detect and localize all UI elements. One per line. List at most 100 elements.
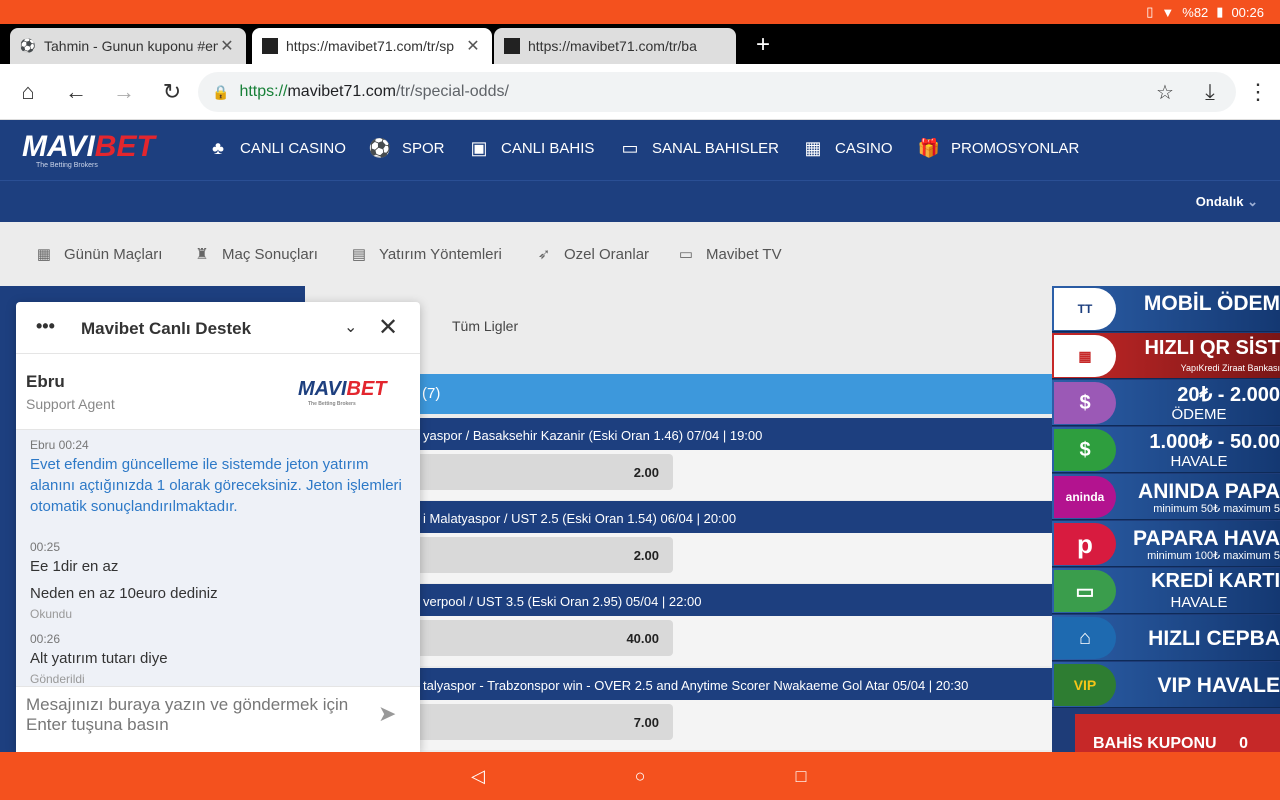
banner-kredi-karti[interactable]: ▭ KREDİ KARTI HAVALE: [1052, 568, 1280, 614]
chat-title: Mavibet Canlı Destek: [81, 319, 252, 338]
logo-text: MAVI: [22, 130, 95, 163]
clock: 00:26: [1231, 4, 1264, 20]
league-filter[interactable]: Tüm Ligler: [452, 318, 518, 334]
agent-card: Ebru Support Agent MAVIBET The Betting Br…: [16, 354, 420, 430]
secondary-nav: ▦ Günün Maçları ♜ Maç Sonuçları ▤ Yatırım Y…: [0, 222, 1280, 286]
download-icon[interactable]: ⤓: [1196, 78, 1224, 106]
mavibet-logo[interactable]: MAVIBET The Betting Brokers: [22, 130, 155, 169]
odd-button[interactable]: 2.00: [415, 537, 673, 573]
reload-icon[interactable]: ↻: [158, 78, 186, 106]
nav-label: PROMOSYONLAR: [951, 139, 1080, 157]
chevron-down-icon: ⌄: [1247, 194, 1258, 209]
banner-vip-havale[interactable]: VIP VIP HAVALE: [1052, 662, 1280, 708]
back-triangle-icon[interactable]: ◁: [466, 764, 490, 788]
nav-canli-bahis[interactable]: ▣ CANLI BAHIS: [467, 136, 594, 160]
nav-sanal-bahisler[interactable]: ▭ SANAL BAHISLER: [618, 136, 779, 160]
vip-icon: VIP: [1054, 664, 1116, 706]
tv-icon: ▭: [678, 246, 694, 263]
home-icon[interactable]: ⌂: [14, 78, 42, 106]
rocket-icon: ➶: [537, 246, 551, 263]
secnav-label: Mavibet TV: [706, 245, 782, 263]
secnav-mac-sonuclari[interactable]: ♜ Maç Sonuçları: [192, 244, 318, 264]
nav-promosyonlar[interactable]: 🎁 PROMOSYONLAR: [917, 136, 1080, 160]
banner-papara-havale[interactable]: p PAPARA HAVA minimum 100₺ maximum 5: [1052, 521, 1280, 567]
nav-spor[interactable]: ⚽ SPOR: [368, 136, 445, 160]
nav-label: SANAL BAHISLER: [652, 139, 779, 157]
payment-banners: TT MOBİL ÖDEM ▦ HIZLI QR SİST YapıKredi …: [1052, 286, 1280, 752]
chat-header: ••• Mavibet Canlı Destek ⌄ ✕: [16, 302, 420, 354]
url-scheme: https://: [239, 83, 288, 100]
odds-format-select[interactable]: Ondalık ⌄: [1196, 194, 1258, 210]
send-icon[interactable]: ➤: [378, 701, 396, 727]
betslip-label: BAHİS KUPONU: [1093, 735, 1217, 752]
agent-message: Evet efendim güncelleme ile sistemde jet…: [30, 456, 402, 515]
nav-canli-casino[interactable]: ♣ CANLI CASINO: [206, 136, 346, 160]
nav-label: CANLI BAHIS: [501, 139, 595, 157]
secnav-ozel-oranlar[interactable]: ➶ Ozel Oranlar: [534, 244, 649, 264]
banner-aninda-papara[interactable]: aninda ANINDA PAPA minimum 50₺ maximum 5: [1052, 474, 1280, 520]
menu-icon[interactable]: ⋮: [1244, 78, 1272, 106]
turkcell-icon: TT: [1054, 288, 1116, 330]
betslip-count: 0: [1239, 735, 1248, 752]
banner-hizli-qr[interactable]: ▦ HIZLI QR SİST YapıKredi Ziraat Bankası: [1052, 333, 1280, 379]
banner-title: PAPARA HAVA: [1133, 527, 1280, 550]
back-icon[interactable]: ←: [62, 78, 90, 106]
url-host: mavibet71.com: [287, 83, 396, 100]
bank-icon: ⌂: [1054, 617, 1116, 659]
secnav-label: Ozel Oranlar: [564, 245, 650, 263]
message-meta: 00:25: [30, 540, 61, 554]
logo-tagline: The Betting Brokers: [308, 401, 356, 407]
minimize-chevron-icon[interactable]: ⌄: [344, 317, 357, 337]
message-meta: Ebru 00:24: [30, 438, 89, 452]
browser-toolbar: ⌂ ← → ↻ 🔒 https:// mavibet71.com /tr/spe…: [0, 64, 1280, 120]
close-chat-icon[interactable]: ✕: [378, 313, 398, 342]
close-tab-icon[interactable]: ✕: [464, 36, 482, 56]
odd-button[interactable]: 7.00: [415, 704, 673, 740]
bookmark-star-icon[interactable]: ☆: [1156, 80, 1174, 105]
banner-subtitle: minimum 50₺ maximum 5: [1153, 503, 1280, 515]
cash-icon: $: [1054, 429, 1116, 471]
user-message: Alt yatırım tutarı diye: [30, 650, 168, 667]
banner-hizli-cepbank[interactable]: ⌂ HIZLI CEPBA: [1052, 615, 1280, 661]
nav-label: CASINO: [835, 139, 893, 157]
agent-name: Ebru: [26, 372, 65, 391]
close-tab-icon[interactable]: ✕: [218, 36, 236, 56]
mavibet-favicon-icon: [262, 38, 278, 54]
calendar-icon: ▦: [36, 246, 52, 263]
banner-title: ANINDA PAPA: [1138, 480, 1280, 503]
chat-input-placeholder[interactable]: Mesajınızı buraya yazın ve göndermek içi…: [26, 695, 356, 735]
secnav-label: Günün Maçları: [64, 245, 163, 263]
nav-casino[interactable]: ▦ CASINO: [801, 136, 893, 160]
banner-subtitle: HAVALE: [1170, 453, 1228, 470]
browser-tab[interactable]: https://mavibet71.com/tr/ba ✕: [494, 28, 736, 64]
address-bar[interactable]: 🔒 https:// mavibet71.com /tr/special-odd…: [198, 72, 1236, 112]
banner-20-2000[interactable]: $ 20₺ - 2.000 ÖDEME: [1052, 380, 1280, 426]
cash-icon: $: [1054, 382, 1116, 424]
banner-mobil-odeme[interactable]: TT MOBİL ÖDEM: [1052, 286, 1280, 332]
banner-havale[interactable]: $ 1.000₺ - 50.00 HAVALE: [1052, 427, 1280, 473]
banner-subtitle: YapıKredi Ziraat Bankası: [1180, 363, 1280, 373]
tab-title: Tahmin - Gunun kuponu #em: [44, 38, 218, 54]
odd-button[interactable]: 2.00: [415, 454, 673, 490]
secnav-mavibet-tv[interactable]: ▭ Mavibet TV: [676, 244, 782, 264]
new-tab-button[interactable]: +: [748, 30, 778, 60]
secnav-label: Yatırım Yöntemleri: [379, 245, 502, 263]
browser-tab-active[interactable]: https://mavibet71.com/tr/sp ✕: [252, 28, 492, 64]
browser-tab[interactable]: ⚽ Tahmin - Gunun kuponu #em ✕: [10, 28, 246, 64]
message-meta: 00:26: [30, 632, 61, 646]
home-circle-icon[interactable]: ○: [628, 764, 652, 788]
user-message: Ee 1dir en az: [30, 558, 119, 575]
banner-title: VIP HAVALE: [1157, 674, 1280, 697]
recents-square-icon[interactable]: □: [789, 764, 813, 788]
tab-title: https://mavibet71.com/tr/ba: [528, 38, 697, 54]
secnav-gunun-maclari[interactable]: ▦ Günün Maçları: [34, 244, 162, 264]
more-options-icon[interactable]: •••: [36, 316, 55, 337]
secnav-yatirim-yontemleri[interactable]: ▤ Yatırım Yöntemleri: [349, 244, 502, 264]
forward-icon[interactable]: →: [110, 78, 138, 106]
live-tv-icon: ▣: [470, 137, 488, 158]
chat-input-area[interactable]: Mesajınızı buraya yazın ve göndermek içi…: [16, 686, 420, 752]
agent-role: Support Agent: [26, 396, 115, 412]
betslip-button[interactable]: BAHİS KUPONU 0: [1075, 714, 1280, 752]
money-icon: ▤: [351, 246, 367, 263]
odd-button[interactable]: 40.00: [415, 620, 673, 656]
